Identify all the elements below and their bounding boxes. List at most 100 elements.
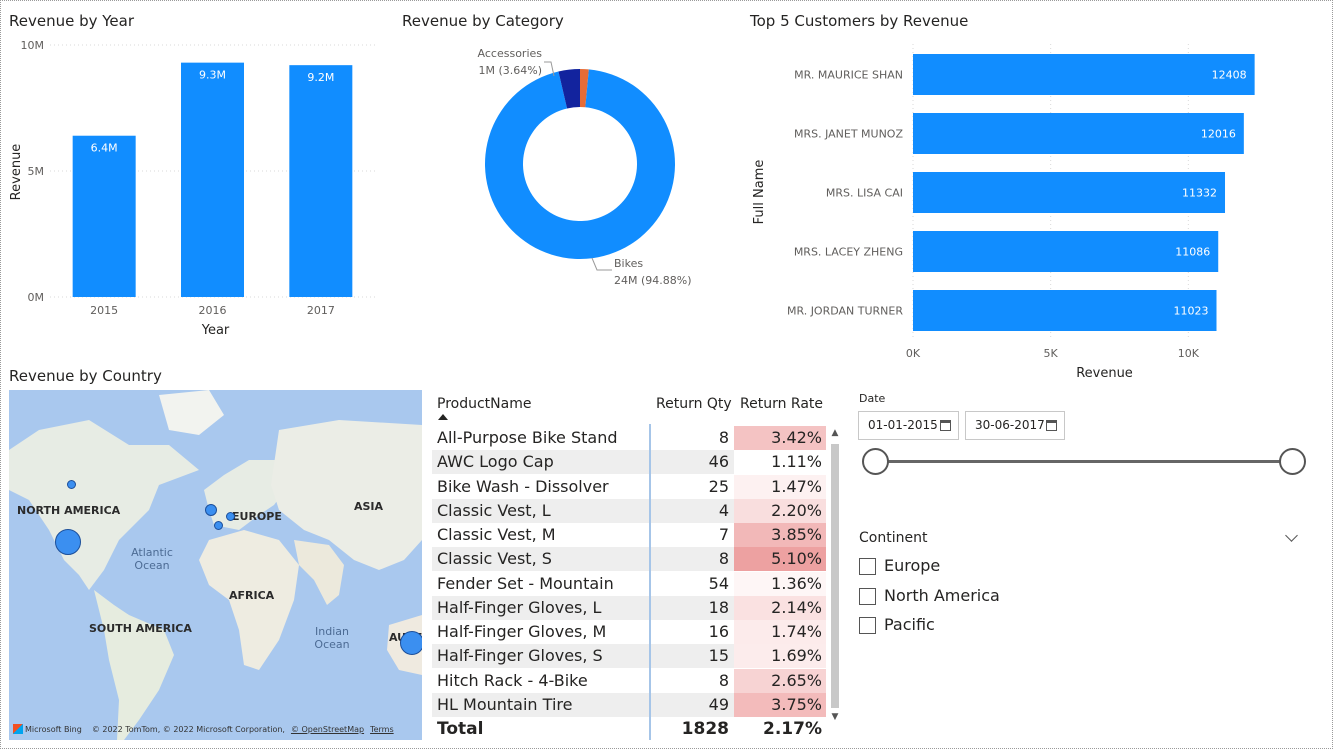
continent-option-label: Europe [884,556,941,575]
cell-product-name: Half-Finger Gloves, L [432,595,650,620]
leader-line [591,257,612,271]
map-bubble[interactable] [55,529,81,555]
table-row[interactable]: Bike Wash - Dissolver 25 1.47% [432,474,826,499]
x-tick-label: 10K [1178,347,1200,360]
map-brand: Microsoft Bing [25,724,82,734]
x-tick-label: 2015 [90,304,118,317]
bar[interactable] [913,231,1219,272]
cell-product-name: Hitch Rack - 4-Bike [437,670,588,690]
cell-return-rate: 3.42% [734,426,826,450]
bar[interactable] [289,65,353,297]
x-tick-label: 2017 [307,304,335,317]
cell-return-qty: 46 [650,450,734,475]
map-bubble[interactable] [226,512,235,521]
total-qty: 1828 [681,719,729,739]
cell-return-qty: 15 [650,644,734,669]
map-terms-link[interactable]: Terms [370,725,394,734]
y-axis-title: Revenue [9,144,24,201]
y-tick-label: 0M [28,291,45,304]
top-customers-title: Top 5 Customers by Revenue [750,12,969,30]
cell-product-name: Fender Set - Mountain [437,573,614,593]
checkbox[interactable] [859,588,876,605]
bing-logo-icon [13,724,23,734]
date-start-value: 01-01-2015 [868,418,938,432]
col-header-return-qty[interactable]: Return Qty [656,396,732,412]
cell-product-name: Half-Finger Gloves, S [432,644,650,669]
table-row[interactable]: Hitch Rack - 4-Bike 8 2.65% [432,668,826,693]
map-label-south-america: SOUTH AMERICA [89,622,192,635]
data-label: 12016 [1201,128,1236,141]
table-row[interactable]: Classic Vest, L 4 2.20% [432,498,826,523]
x-tick-label: 5K [1044,347,1059,360]
slice-label-value: 24M (94.88%) [614,274,692,287]
map-bubble[interactable] [400,631,422,655]
data-label: 12408 [1212,69,1247,82]
table-row[interactable]: HL Mountain Tire 49 3.75% [432,692,826,717]
cell-product-name: Bike Wash - Dissolver [437,476,609,496]
revenue-by-country-map[interactable]: NORTH AMERICA EUROPE ASIA AFRICA SOUTH A… [9,390,422,740]
table-row[interactable]: Half-Finger Gloves, S 15 1.69% [432,644,826,669]
revenue-by-category-chart[interactable]: Accessories 1M (3.64%) Bikes 24M (94.88%) [380,32,740,342]
bar[interactable] [181,62,244,297]
scroll-up-icon[interactable]: ▲ [830,428,840,438]
table-row[interactable]: Fender Set - Mountain 54 1.36% [432,571,826,596]
slice-label-name: Accessories [478,47,543,60]
map-label-indian-ocean: Indian Ocean [314,625,350,651]
revenue-by-year-title: Revenue by Year [9,12,135,30]
x-tick-label: 0K [906,347,921,360]
table-scrollbar[interactable]: ▲ ▼ [830,424,840,724]
top-customers-chart[interactable]: 0K 5K 10K 12408 MR. MAURICE SHAN 12016 MRS. JA… [745,32,1325,387]
map-bubble[interactable] [205,504,217,516]
x-axis-title: Revenue [1076,366,1133,381]
col-header-product[interactable]: ProductName [437,396,531,412]
map-label-africa: AFRICA [229,589,275,602]
y-tick-label: MR. MAURICE SHAN [794,69,903,82]
cell-return-qty: 54 [708,573,729,593]
data-label: 6.4M [91,142,118,155]
scroll-down-icon[interactable]: ▼ [830,712,840,722]
map-bubble[interactable] [214,521,223,530]
table-row[interactable]: Classic Vest, M 7 3.85% [432,523,826,547]
map-label-europe: EUROPE [232,510,282,523]
bar[interactable] [72,135,136,297]
col-header-return-rate[interactable]: Return Rate [740,396,823,412]
cell-product-name: Half-Finger Gloves, M [437,622,607,641]
map-bubble[interactable] [67,480,76,489]
sort-ascending-icon[interactable] [438,414,448,420]
bar[interactable] [913,290,1217,331]
table-row[interactable]: Classic Vest, S 8 5.10% [432,547,826,572]
scroll-thumb[interactable] [831,444,839,708]
checkbox[interactable] [859,617,876,634]
map-attribution: Microsoft Bing © 2022 TomTom, © 2022 Mic… [9,718,422,740]
x-tick-label: 2016 [199,304,227,317]
date-end-input[interactable]: 30-06-2017 [965,411,1065,440]
table-row[interactable]: All-Purpose Bike Stand 8 3.42% [432,426,826,450]
calendar-icon[interactable] [1046,420,1057,431]
map-osm-link[interactable]: © OpenStreetMap [291,725,364,734]
bar[interactable] [913,172,1226,213]
revenue-by-category-title: Revenue by Category [402,12,564,30]
date-range-track[interactable] [876,460,1292,463]
date-range-start-handle[interactable] [862,448,889,475]
bar[interactable] [913,113,1244,154]
calendar-icon[interactable] [940,420,951,431]
y-tick-label: MR. JORDAN TURNER [787,305,903,318]
cell-product-name: AWC Logo Cap [432,450,650,475]
cell-return-qty: 8 [650,547,734,572]
checkbox[interactable] [859,558,876,575]
cell-return-qty: 8 [718,670,729,690]
bar[interactable] [913,54,1255,95]
cell-return-rate: 1.74% [734,620,826,644]
date-range-end-handle[interactable] [1279,448,1306,475]
table-row[interactable]: Half-Finger Gloves, M 16 1.74% [432,620,826,644]
data-label: 9.3M [199,69,226,82]
revenue-by-year-chart[interactable]: 0M 5M 10M 6.4M 2015 9.3M 2016 9.2M 2017 Year Reven… [0,32,380,342]
date-start-input[interactable]: 01-01-2015 [858,411,959,440]
cell-return-qty: 25 [708,476,729,496]
cell-return-rate: 1.36% [734,571,826,596]
cell-return-rate: 2.20% [734,498,826,523]
cell-product-name: Classic Vest, L [432,498,650,523]
table-row[interactable]: Half-Finger Gloves, L 18 2.14% [432,595,826,620]
table-row[interactable]: AWC Logo Cap 46 1.11% [432,450,826,475]
date-end-value: 30-06-2017 [975,418,1045,432]
